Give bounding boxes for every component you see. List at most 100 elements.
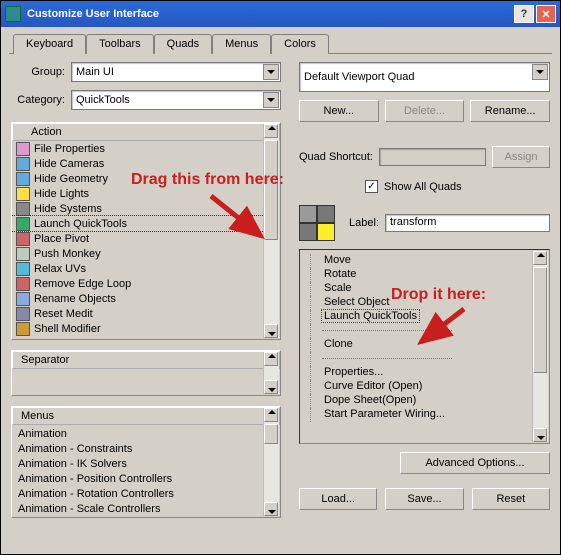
quad-menu-tree[interactable]: Move RotateScaleSelect Object Launch Quick…: [299, 249, 550, 444]
quad-cell-br[interactable]: [317, 223, 335, 241]
action-item[interactable]: Relax UVs: [12, 261, 280, 276]
action-item[interactable]: Remove Edge Loop: [12, 276, 280, 291]
tree-item[interactable]: Move: [304, 254, 545, 268]
show-all-checkbox[interactable]: ✓ Show All Quads: [365, 180, 550, 193]
menu-item[interactable]: Animation - Constraints: [16, 441, 276, 456]
chevron-down-icon[interactable]: [263, 64, 279, 80]
action-label: Push Monkey: [34, 248, 101, 260]
tab-toolbars[interactable]: Toolbars: [86, 34, 154, 54]
scroll-down-icon[interactable]: [533, 428, 547, 442]
action-item[interactable]: Hide Lights: [12, 186, 280, 201]
tree-item[interactable]: Curve Editor (Open): [304, 380, 545, 394]
help-button[interactable]: ?: [514, 5, 534, 23]
action-item[interactable]: Shell Modifier: [12, 321, 280, 336]
save-button[interactable]: Save...: [385, 488, 463, 510]
scrollbar[interactable]: [263, 124, 279, 338]
tree-separator[interactable]: [304, 352, 545, 366]
category-dropdown[interactable]: QuickTools: [71, 90, 281, 110]
menu-item[interactable]: Animation - Scale Controllers: [16, 501, 276, 516]
tree-separator[interactable]: [304, 324, 545, 338]
tree-item-label: Move: [322, 254, 353, 266]
advanced-options-button[interactable]: Advanced Options...: [400, 452, 550, 474]
action-label: Relax UVs: [34, 263, 86, 275]
menu-item[interactable]: Animation - Rotation Controllers: [16, 486, 276, 501]
quad-color-grid[interactable]: [299, 205, 335, 241]
menu-item[interactable]: Animation - IK Solvers: [16, 456, 276, 471]
action-item[interactable]: Hide Systems: [12, 201, 280, 216]
scroll-down-icon[interactable]: [264, 380, 278, 394]
menus-box[interactable]: Menus AnimationAnimation - ConstraintsAn…: [11, 406, 281, 518]
action-item[interactable]: File Properties: [12, 141, 280, 156]
action-label: Rename Objects: [34, 293, 116, 305]
action-icon: [16, 277, 30, 291]
scroll-thumb[interactable]: [533, 267, 547, 373]
chevron-down-icon[interactable]: [532, 64, 548, 80]
label-field[interactable]: transform: [385, 214, 550, 232]
tab-quads[interactable]: Quads: [154, 34, 212, 54]
scrollbar[interactable]: [532, 251, 548, 442]
tab-keyboard[interactable]: Keyboard: [13, 34, 86, 54]
action-item[interactable]: Launch QuickTools: [12, 216, 280, 231]
tree-item-label: Launch QuickTools: [322, 310, 419, 322]
action-listbox[interactable]: Action File PropertiesHide CamerasHide G…: [11, 122, 281, 340]
tree-item-label: Select Object: [322, 296, 391, 308]
scroll-up-icon[interactable]: [264, 352, 278, 366]
delete-button[interactable]: Delete...: [385, 100, 465, 122]
scroll-up-icon[interactable]: [264, 408, 278, 422]
action-icon: [16, 157, 30, 171]
scrollbar[interactable]: [263, 408, 279, 516]
action-label: Hide Lights: [34, 188, 89, 200]
action-label: Remove Edge Loop: [34, 278, 131, 290]
tree-item[interactable]: Select Object: [304, 296, 545, 310]
action-item[interactable]: Place Pivot: [12, 231, 280, 246]
tree-item[interactable]: Scale: [304, 282, 545, 296]
separator-box[interactable]: Separator: [11, 350, 281, 396]
tab-strip: Keyboard Toolbars Quads Menus Colors: [1, 27, 560, 53]
right-column: Default Viewport Quad New... Delete... R…: [299, 62, 550, 518]
title-bar[interactable]: Customize User Interface ? ✕: [1, 1, 560, 27]
scroll-down-icon[interactable]: [264, 502, 278, 516]
new-button[interactable]: New...: [299, 100, 379, 122]
action-item[interactable]: Hide Cameras: [12, 156, 280, 171]
show-all-label: Show All Quads: [384, 181, 462, 193]
scrollbar[interactable]: [263, 352, 279, 394]
tree-item[interactable]: Rotate: [304, 268, 545, 282]
scroll-up-icon[interactable]: [264, 124, 278, 138]
quad-select-dropdown[interactable]: Default Viewport Quad: [299, 62, 550, 92]
quad-shortcut-field[interactable]: [379, 148, 486, 166]
rename-button[interactable]: Rename...: [470, 100, 550, 122]
scroll-thumb[interactable]: [264, 140, 278, 240]
action-item[interactable]: Hide Geometry: [12, 171, 280, 186]
label-label: Label:: [349, 217, 379, 229]
quad-cell-tl[interactable]: [299, 205, 317, 223]
group-label: Group:: [11, 66, 65, 78]
action-icon: [16, 292, 30, 306]
reset-button[interactable]: Reset: [472, 488, 550, 510]
action-label: Place Pivot: [34, 233, 89, 245]
menu-item[interactable]: Animation - Position Controllers: [16, 471, 276, 486]
tree-item[interactable]: Properties...: [304, 366, 545, 380]
action-item[interactable]: Push Monkey: [12, 246, 280, 261]
quad-cell-bl[interactable]: [299, 223, 317, 241]
action-item[interactable]: Rename Objects: [12, 291, 280, 306]
quad-cell-tr[interactable]: [317, 205, 335, 223]
separator-line: [322, 358, 452, 359]
tree-item[interactable]: Launch QuickTools: [304, 310, 545, 324]
assign-button[interactable]: Assign: [492, 146, 550, 168]
load-button[interactable]: Load...: [299, 488, 377, 510]
scroll-thumb[interactable]: [264, 424, 278, 444]
tree-item[interactable]: Start Parameter Wiring...: [304, 408, 545, 422]
action-item[interactable]: Reset Medit: [12, 306, 280, 321]
tree-item[interactable]: Dope Sheet(Open): [304, 394, 545, 408]
chevron-down-icon[interactable]: [263, 92, 279, 108]
tab-menus[interactable]: Menus: [212, 34, 271, 54]
tree-item[interactable]: Clone: [304, 338, 545, 352]
scroll-up-icon[interactable]: [533, 251, 547, 265]
tab-colors[interactable]: Colors: [271, 34, 329, 54]
close-button[interactable]: ✕: [536, 5, 556, 23]
menu-item[interactable]: Animation: [16, 426, 276, 441]
checkbox-icon[interactable]: ✓: [365, 180, 378, 193]
scroll-down-icon[interactable]: [264, 324, 278, 338]
group-dropdown[interactable]: Main UI: [71, 62, 281, 82]
action-header[interactable]: Action: [12, 123, 280, 141]
